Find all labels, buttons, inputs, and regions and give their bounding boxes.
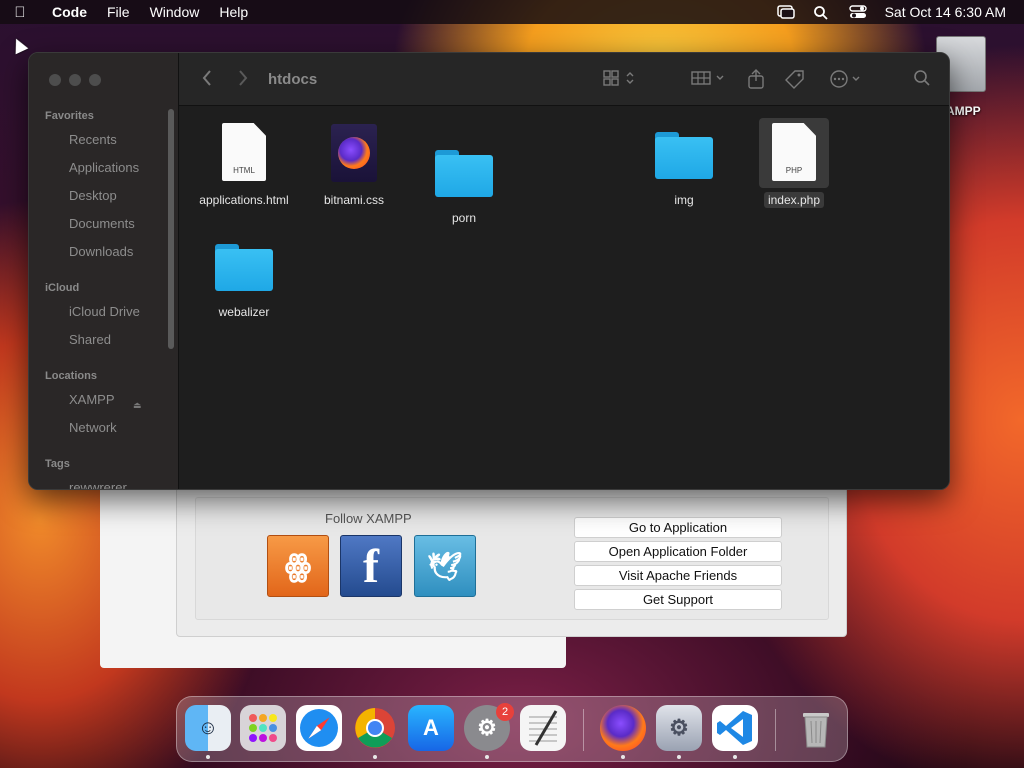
file-label: index.php <box>763 192 825 208</box>
finder-dock-icon[interactable]: ☺ <box>185 705 231 751</box>
more-actions-icon[interactable] <box>829 69 865 94</box>
sidebar-item-shared[interactable]: Shared <box>69 332 111 347</box>
folder-porn[interactable]: porn <box>409 136 519 227</box>
sidebar-heading-favorites: Favorites <box>45 110 94 122</box>
sidebar-item-desktop[interactable]: Desktop <box>69 188 117 203</box>
folder-icon <box>429 136 499 206</box>
finder-sidebar: Favorites Recents Applications Desktop D… <box>29 53 179 489</box>
zoom-window-button[interactable] <box>89 74 101 86</box>
visit-apache-friends-button[interactable]: Visit Apache Friends <box>574 565 782 586</box>
screen-mirroring-icon[interactable] <box>776 5 795 19</box>
view-grid-icon[interactable] <box>603 69 637 92</box>
xampp-logo-icon[interactable]: ꙮ <box>267 535 329 597</box>
menu-bar:  Code File Window Help Sat Oct 14 6:30 … <box>0 0 1024 24</box>
go-to-application-button[interactable]: Go to Application <box>574 517 782 538</box>
menu-help[interactable]: Help <box>219 4 248 20</box>
sidebar-item-icloud-drive[interactable]: iCloud Drive <box>69 304 140 319</box>
trash-dock-icon[interactable] <box>793 705 839 751</box>
sidebar-item-applications[interactable]: Applications <box>69 160 139 175</box>
search-icon[interactable] <box>813 5 831 20</box>
sidebar-heading-tags: Tags <box>45 458 70 470</box>
menu-window[interactable]: Window <box>150 4 200 20</box>
finder-toolbar: htdocs <box>179 53 949 106</box>
menubar-clock[interactable]: Sat Oct 14 6:30 AM <box>885 4 1006 20</box>
finder-window: Favorites Recents Applications Desktop D… <box>28 52 950 490</box>
textedit-dock-icon[interactable] <box>520 705 566 751</box>
group-by-icon[interactable] <box>691 69 727 92</box>
close-window-button[interactable] <box>49 74 61 86</box>
file-label: bitnami.css <box>323 193 385 207</box>
open-application-folder-button[interactable]: Open Application Folder <box>574 541 782 562</box>
control-center-icon[interactable] <box>848 5 867 19</box>
share-icon[interactable] <box>747 69 765 94</box>
file-label: webalizer <box>218 305 270 319</box>
file-type-tag: PHP <box>785 166 803 175</box>
folder-icon <box>649 118 719 188</box>
finder-window-title: htdocs <box>268 71 318 88</box>
sidebar-item-documents[interactable]: Documents <box>69 216 135 231</box>
vscode-dock-icon[interactable] <box>712 705 758 751</box>
twitter-icon[interactable]: 🕊 <box>414 535 476 597</box>
forward-icon[interactable] <box>237 69 249 92</box>
sidebar-heading-locations: Locations <box>45 370 97 382</box>
folder-webalizer[interactable]: webalizer <box>189 230 299 321</box>
html-document-icon: HTML <box>209 118 279 188</box>
xampp-window: Follow XAMPP ꙮ f 🕊 Go to Application Ope… <box>176 470 847 637</box>
sidebar-item-downloads[interactable]: Downloads <box>69 244 133 259</box>
php-document-icon: PHP <box>759 118 829 188</box>
file-label: applications.html <box>199 193 289 207</box>
folder-icon <box>209 230 279 300</box>
search-icon[interactable] <box>913 69 931 92</box>
get-support-button[interactable]: Get Support <box>574 589 782 610</box>
file-applications-html[interactable]: HTML applications.html <box>189 118 299 209</box>
firefox-document-icon <box>319 118 389 188</box>
launchpad-dock-icon[interactable] <box>240 705 286 751</box>
sidebar-item-tag[interactable]: rewwrerer <box>69 480 127 489</box>
firefox-dock-icon[interactable] <box>600 705 646 751</box>
file-type-tag: HTML <box>233 166 255 175</box>
follow-xampp-label: Follow XAMPP <box>325 511 412 526</box>
menu-app-name[interactable]: Code <box>52 4 87 20</box>
safari-dock-icon[interactable] <box>296 705 342 751</box>
sidebar-scrollbar[interactable] <box>168 109 174 349</box>
sidebar-item-network[interactable]: Network <box>69 420 117 435</box>
notification-badge: 2 <box>496 703 514 721</box>
sidebar-item-xampp[interactable]: XAMPP <box>69 392 115 407</box>
folder-img[interactable]: img <box>629 118 739 209</box>
sidebar-item-recents[interactable]: Recents <box>69 132 117 147</box>
minimize-window-button[interactable] <box>69 74 81 86</box>
app-store-dock-icon[interactable]: A <box>408 705 454 751</box>
finder-file-area[interactable]: HTML applications.html bitnami.css porn … <box>179 106 949 489</box>
file-index-php[interactable]: PHP index.php <box>739 118 849 209</box>
file-label: porn <box>451 211 477 225</box>
apple-logo-icon[interactable]:  <box>0 4 40 21</box>
facebook-icon[interactable]: f <box>340 535 402 597</box>
back-icon[interactable] <box>201 69 213 92</box>
menu-file[interactable]: File <box>107 4 130 20</box>
tag-icon[interactable] <box>785 69 805 94</box>
file-label: img <box>674 193 694 207</box>
eject-icon[interactable]: ⏏ <box>133 400 143 410</box>
chrome-dock-icon[interactable] <box>352 705 398 751</box>
file-bitnami-css[interactable]: bitnami.css <box>299 118 409 209</box>
system-preferences-dock-icon[interactable]: ⚙ <box>656 705 702 751</box>
sidebar-heading-icloud: iCloud <box>45 282 80 294</box>
